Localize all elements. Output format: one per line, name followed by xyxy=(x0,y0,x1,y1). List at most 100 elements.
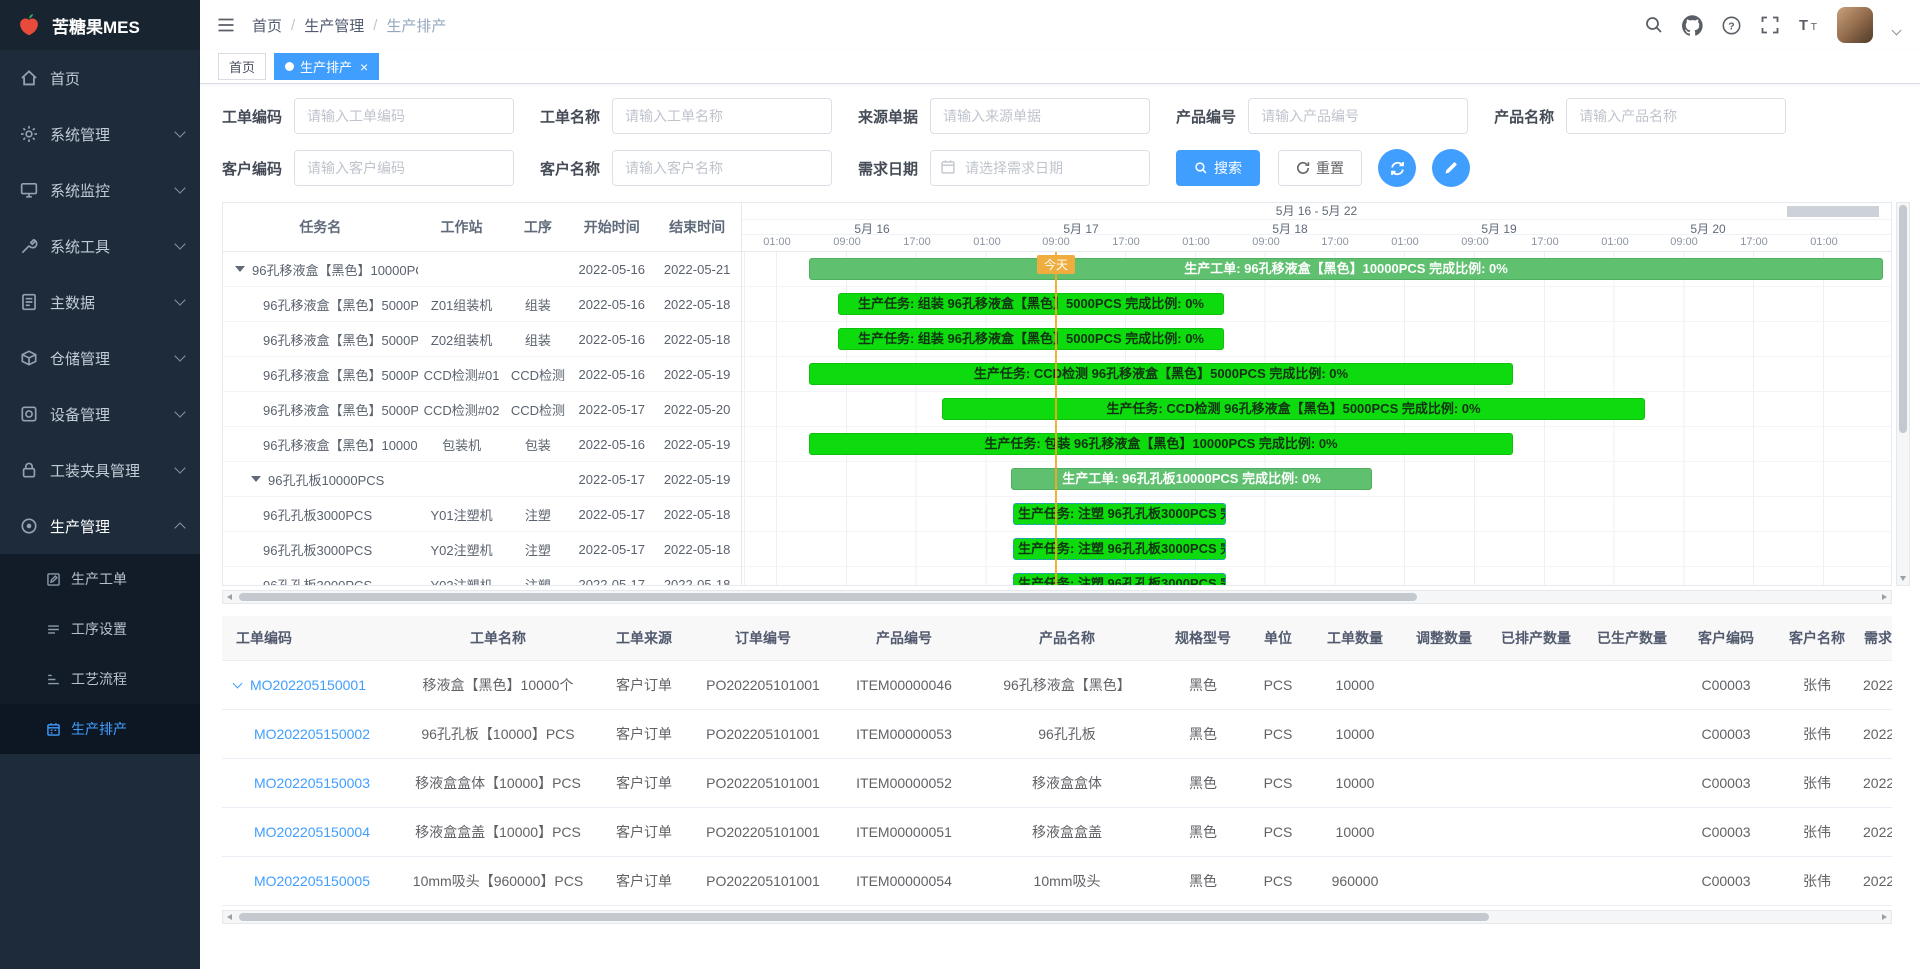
gantt-order-bar[interactable]: 生产工单: 96孔孔板10000PCS 完成比例: 0% xyxy=(1011,468,1372,490)
sidebar-item-process-flow[interactable]: 工艺流程 xyxy=(0,654,200,704)
gantt-task-row[interactable]: 96孔孔板3000PCS Y02注塑机 注塑 2022-05-17 2022-0… xyxy=(223,532,741,567)
sidebar-item-production-mgmt[interactable]: 生产管理 xyxy=(0,498,200,554)
avatar[interactable] xyxy=(1837,7,1873,43)
sidebar-item-warehouse[interactable]: 仓储管理 xyxy=(0,330,200,386)
sidebar-item-label: 工艺流程 xyxy=(71,669,127,689)
table-row[interactable]: MO202205150001 移液盒【黑色】10000个 客户订单 PO2022… xyxy=(222,660,1892,709)
gantt-task-row[interactable]: 96孔孔板3000PCS Y03注塑机 注塑 2022-05-17 2022-0… xyxy=(223,567,741,585)
gantt-task-row[interactable]: 96孔孔板10000PCS 2022-05-17 2022-05-19 xyxy=(223,462,741,497)
scroll-down-arrow-icon[interactable] xyxy=(1900,576,1906,581)
table-row[interactable]: MO202205150003 移液盒盒体【10000】PCS 客户订单 PO20… xyxy=(222,758,1892,807)
avatar-dropdown-caret-icon[interactable] xyxy=(1892,25,1902,35)
hour-tick: 09:00 xyxy=(1461,236,1489,248)
sidebar-item-home[interactable]: 首页 xyxy=(0,50,200,106)
gantt-task-bar[interactable]: 生产任务: 包装 96孔移液盒【黑色】10000PCS 完成比例: 0% xyxy=(809,433,1513,455)
gantt-task-row[interactable]: 96孔移液盒【黑色】5000PCS Z02组装机 组装 2022-05-16 2… xyxy=(223,322,741,357)
gantt-bar-row: 生产工单: 96孔孔板10000PCS 完成比例: 0% xyxy=(742,462,1891,497)
scroll-left-arrow-icon[interactable] xyxy=(227,914,232,920)
fullscreen-icon[interactable] xyxy=(1760,15,1780,35)
collapse-caret-icon[interactable] xyxy=(235,266,245,272)
product-name-input[interactable] xyxy=(1566,98,1786,134)
sidebar-item-master-data[interactable]: 主数据 xyxy=(0,274,200,330)
sidebar-item-system-monitor[interactable]: 系统监控 xyxy=(0,162,200,218)
github-icon[interactable] xyxy=(1682,15,1703,36)
gantt-task-bar-selected[interactable]: 生产任务: 注塑 96孔孔板3000PCS 完成比例: 0% xyxy=(1013,538,1226,560)
orders-horizontal-scrollbar[interactable] xyxy=(222,910,1892,924)
table-row[interactable]: MO202205150002 96孔孔板【10000】PCS 客户订单 PO20… xyxy=(222,709,1892,758)
column-header: 工单数量 xyxy=(1310,616,1400,660)
hamburger-icon[interactable] xyxy=(216,15,236,35)
sidebar-item-process-settings[interactable]: 工序设置 xyxy=(0,604,200,654)
customer-code-input[interactable] xyxy=(294,150,514,186)
source-doc-input[interactable] xyxy=(930,98,1150,134)
gantt-task-row[interactable]: 96孔移液盒【黑色】5000PCS CCD检测#01 CCD检测 2022-05… xyxy=(223,357,741,392)
gantt-task-row[interactable]: 96孔孔板3000PCS Y01注塑机 注塑 2022-05-17 2022-0… xyxy=(223,497,741,532)
scroll-right-arrow-icon[interactable] xyxy=(1882,594,1887,600)
gantt-horizontal-scrollbar[interactable] xyxy=(222,590,1892,604)
hour-tick: 01:00 xyxy=(1182,236,1210,248)
gantt-vertical-scrollbar[interactable] xyxy=(1896,202,1910,586)
table-row[interactable]: MO202205150005 10mm吸头【960000】PCS 客户订单 PO… xyxy=(222,856,1892,905)
scroll-right-arrow-icon[interactable] xyxy=(1882,914,1887,920)
breadcrumb-home[interactable]: 首页 xyxy=(252,15,282,36)
sidebar-item-equipment[interactable]: 设备管理 xyxy=(0,386,200,442)
font-size-icon[interactable]: TT xyxy=(1798,15,1819,36)
sidebar-item-production-scheduling[interactable]: 生产排产 xyxy=(0,704,200,754)
scroll-left-arrow-icon[interactable] xyxy=(227,594,232,600)
scrollbar-thumb[interactable] xyxy=(1899,205,1907,433)
sidebar: 苦糖果MES 首页 系统管理 系统监控 系统工具 xyxy=(0,0,200,969)
gantt-order-bar[interactable]: 生产工单: 96孔移液盒【黑色】10000PCS 完成比例: 0% xyxy=(809,258,1883,280)
sidebar-item-label: 生产工单 xyxy=(71,569,127,589)
gantt-range-label: 5月 16 - 5月 22 xyxy=(1276,204,1357,218)
collapse-caret-icon[interactable] xyxy=(251,476,261,482)
work-order-link[interactable]: MO202205150003 xyxy=(254,775,370,791)
gantt-task-row[interactable]: 96孔移液盒【黑色】5000PCS CCD检测#02 CCD检测 2022-05… xyxy=(223,392,741,427)
breadcrumb-separator: / xyxy=(291,17,295,34)
work-order-name-input[interactable] xyxy=(612,98,832,134)
column-header: 单位 xyxy=(1246,616,1310,660)
sidebar-item-system-tools[interactable]: 系统工具 xyxy=(0,218,200,274)
gantt-task-bar-selected[interactable]: 生产任务: 注塑 96孔孔板3000PCS 完成比例: 0% xyxy=(1013,503,1226,525)
close-icon[interactable]: × xyxy=(360,60,368,74)
gantt-task-bar-selected[interactable]: 生产任务: 注塑 96孔孔板3000PCS 完成比例: 0% xyxy=(1013,573,1226,585)
scrollbar-thumb[interactable] xyxy=(239,913,1489,921)
work-order-code-input[interactable] xyxy=(294,98,514,134)
filter-customer-name: 客户名称 xyxy=(540,150,832,186)
refresh-gantt-button[interactable] xyxy=(1378,149,1416,187)
sidebar-item-tooling[interactable]: 工装夹具管理 xyxy=(0,442,200,498)
gantt-task-bar[interactable]: 生产任务: 组装 96孔移液盒【黑色】5000PCS 完成比例: 0% xyxy=(838,293,1224,315)
production-submenu: 生产工单 工序设置 工艺流程 生产排产 xyxy=(0,554,200,754)
product-code-input[interactable] xyxy=(1248,98,1468,134)
gantt-task-row[interactable]: 96孔移液盒【黑色】10000PCS 2022-05-16 2022-05-21 xyxy=(223,252,741,287)
help-icon[interactable]: ? xyxy=(1721,15,1742,36)
logo-icon xyxy=(16,12,42,38)
work-order-link[interactable]: MO202205150005 xyxy=(254,873,370,889)
gantt-bar-row: 生产任务: 注塑 96孔孔板3000PCS 完成比例: 0% xyxy=(742,532,1891,567)
sidebar-item-system-mgmt[interactable]: 系统管理 xyxy=(0,106,200,162)
work-order-link[interactable]: MO202205150004 xyxy=(254,824,370,840)
reset-button[interactable]: 重置 xyxy=(1278,150,1362,186)
gantt-task-bar[interactable]: 生产任务: 组装 96孔移液盒【黑色】5000PCS 完成比例: 0% xyxy=(838,328,1224,350)
chevron-down-icon xyxy=(174,238,185,249)
search-icon[interactable] xyxy=(1644,15,1664,35)
customer-name-input[interactable] xyxy=(612,150,832,186)
sidebar-item-production-order[interactable]: 生产工单 xyxy=(0,554,200,604)
search-button[interactable]: 搜索 xyxy=(1176,150,1260,186)
gantt-task-row[interactable]: 96孔移液盒【黑色】10000PCS 包装机 包装 2022-05-16 202… xyxy=(223,427,741,462)
timeline-scrollbar-thumb[interactable] xyxy=(1787,206,1879,217)
demand-date-input[interactable] xyxy=(930,150,1150,186)
edit-schedule-button[interactable] xyxy=(1432,149,1470,187)
table-row[interactable]: MO202205150004 移液盒盒盖【10000】PCS 客户订单 PO20… xyxy=(222,807,1892,856)
work-order-link[interactable]: MO202205150001 xyxy=(250,677,366,693)
tab-production-scheduling[interactable]: 生产排产 × xyxy=(274,53,379,80)
gantt-task-bar[interactable]: 生产任务: CCD检测 96孔移液盒【黑色】5000PCS 完成比例: 0% xyxy=(809,363,1513,385)
svg-text:T: T xyxy=(1799,18,1808,34)
tab-home[interactable]: 首页 xyxy=(218,53,266,80)
expand-caret-icon[interactable] xyxy=(233,678,243,688)
scrollbar-thumb[interactable] xyxy=(239,593,1417,601)
work-order-link[interactable]: MO202205150002 xyxy=(254,726,370,742)
gantt-task-bar[interactable]: 生产任务: CCD检测 96孔移液盒【黑色】5000PCS 完成比例: 0% xyxy=(942,398,1645,420)
breadcrumb-production-mgmt[interactable]: 生产管理 xyxy=(304,15,364,36)
hour-tick: 17:00 xyxy=(1321,236,1349,248)
gantt-task-row[interactable]: 96孔移液盒【黑色】5000PCS Z01组装机 组装 2022-05-16 2… xyxy=(223,287,741,322)
